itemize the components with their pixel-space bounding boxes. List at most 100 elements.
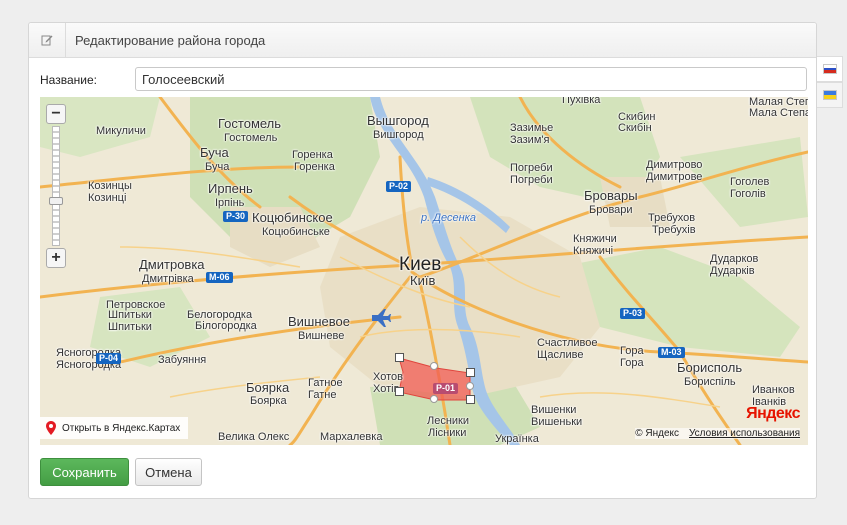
map-label: Зазимье bbox=[510, 122, 554, 134]
map-label: Дударків bbox=[710, 265, 755, 277]
zoom-out-button[interactable]: − bbox=[46, 104, 66, 124]
map-label: Мала Степа bbox=[749, 107, 808, 119]
map-label: Дмитровка bbox=[139, 257, 205, 272]
map-label: Вишенки bbox=[531, 404, 577, 416]
map-label: Щасливе bbox=[537, 349, 584, 361]
map-label: Гостомель bbox=[224, 132, 278, 144]
map-label: Бориспіль bbox=[684, 376, 736, 388]
language-tab-ukrainian[interactable] bbox=[817, 82, 843, 108]
map-label: Київ bbox=[410, 273, 436, 288]
map-label: Лісники bbox=[428, 427, 467, 439]
map-label: Забуяння bbox=[158, 354, 207, 366]
zoom-slider-track[interactable] bbox=[52, 126, 60, 246]
map-label: Горенка bbox=[294, 161, 335, 173]
polygon-vertex-handle[interactable] bbox=[395, 387, 404, 396]
polygon-vertex-handle[interactable] bbox=[466, 368, 475, 377]
map-label: Димитрово bbox=[646, 159, 703, 171]
map-label: Борисполь bbox=[677, 360, 743, 375]
map-container[interactable]: Пухівка Малая Степа Мала Степа Скибин Ск… bbox=[40, 97, 808, 445]
map-label: Бровары bbox=[584, 188, 638, 203]
map-label: Гатное bbox=[308, 377, 343, 389]
map-label: Коцюбинское bbox=[252, 210, 333, 225]
name-input[interactable] bbox=[135, 67, 807, 91]
map-label: Коцюбинське bbox=[262, 226, 330, 238]
map-label: Шпитьки bbox=[108, 321, 152, 333]
map-label: Боярка bbox=[246, 380, 290, 395]
copyright-text: © Яндекс bbox=[635, 428, 679, 439]
map-label: Ирпень bbox=[208, 181, 253, 196]
polygon-midpoint-handle[interactable] bbox=[430, 362, 438, 370]
edit-icon bbox=[29, 23, 66, 57]
map-label: Білогородка bbox=[195, 320, 257, 332]
map-label: Козинцы bbox=[88, 180, 132, 192]
map-label: Княжичі bbox=[573, 245, 614, 257]
map-label: Хотов bbox=[373, 371, 403, 383]
road-badge: P-02 bbox=[386, 181, 412, 192]
map-label: Микуличи bbox=[96, 125, 146, 137]
zoom-in-button[interactable]: + bbox=[46, 248, 66, 268]
panel-header: Редактирование района города bbox=[29, 23, 816, 58]
map-label: Княжичи bbox=[573, 233, 617, 245]
road-badge: M-06 bbox=[206, 272, 233, 283]
map-label: Мархалевка bbox=[320, 431, 383, 443]
polygon-midpoint-handle[interactable] bbox=[430, 395, 438, 403]
road-badge: M-03 bbox=[658, 347, 685, 358]
road-badge: P-01 bbox=[433, 383, 459, 394]
page-title: Редактирование района города bbox=[75, 33, 266, 48]
polygon-vertex-handle[interactable] bbox=[395, 353, 404, 362]
open-in-yandex-maps-text: Открыть в Яндекс.Картах bbox=[62, 422, 181, 434]
map-label: Вышгород bbox=[367, 113, 429, 128]
map-copyright: © Яндекс Условия использования bbox=[635, 428, 800, 439]
map-label: Дударков bbox=[710, 253, 759, 265]
map-label: Скибін bbox=[618, 122, 652, 134]
map-label: Велика Олекс bbox=[218, 431, 290, 443]
map-label: Козинці bbox=[88, 192, 127, 204]
zoom-slider-thumb[interactable] bbox=[49, 197, 63, 205]
language-tab-russian[interactable] bbox=[817, 56, 843, 82]
map-label: Требухів bbox=[652, 224, 696, 236]
map-pin-icon bbox=[46, 421, 56, 435]
polygon-midpoint-handle[interactable] bbox=[466, 382, 474, 390]
language-tabs bbox=[817, 56, 843, 108]
polygon-vertex-handle[interactable] bbox=[466, 395, 475, 404]
map-label: Вишеньки bbox=[531, 416, 583, 428]
map-label: Киев bbox=[399, 254, 442, 275]
cancel-button[interactable]: Отмена bbox=[135, 458, 202, 486]
map-label: Гоголів bbox=[730, 188, 766, 200]
map-label: Бровари bbox=[589, 204, 633, 216]
open-in-yandex-maps-link[interactable]: Открыть в Яндекс.Картах bbox=[40, 417, 189, 439]
map-label: Вишгород bbox=[373, 129, 424, 141]
russian-flag-icon bbox=[822, 64, 837, 74]
map-label: Буча bbox=[200, 145, 229, 160]
map-label: Вишневе bbox=[298, 330, 345, 342]
map-label: Иванков bbox=[752, 384, 795, 396]
map-label: Гора bbox=[620, 345, 644, 357]
zoom-control: − + bbox=[46, 104, 66, 268]
terms-of-use-link[interactable]: Условия использования bbox=[689, 428, 800, 439]
map-label: Буча bbox=[205, 161, 230, 173]
map-label: Требухов bbox=[648, 212, 696, 224]
map-label: Пухівка bbox=[562, 97, 601, 106]
road-badge: P-30 bbox=[223, 211, 249, 222]
map-label: Гора bbox=[620, 357, 644, 369]
map-label: Гоголев bbox=[730, 176, 770, 188]
map-label: Дмитрівка bbox=[142, 273, 194, 285]
map-label: Ірпінь bbox=[215, 197, 245, 209]
road-badge: P-04 bbox=[96, 353, 122, 364]
map-label: Гостомель bbox=[218, 116, 282, 131]
map-label: Шпитьки bbox=[108, 309, 152, 321]
yandex-logo: Яндекс bbox=[746, 405, 800, 422]
map-label: Лесники bbox=[427, 415, 470, 427]
map-label: Вишневое bbox=[288, 314, 350, 329]
ukrainian-flag-icon bbox=[822, 90, 837, 100]
map-label: Боярка bbox=[250, 395, 287, 407]
save-button[interactable]: Сохранить bbox=[40, 458, 129, 486]
map-label: р. Десенка bbox=[421, 212, 476, 224]
map-label: Погреби bbox=[510, 162, 553, 174]
map-label: Горенка bbox=[292, 149, 333, 161]
map-label: Счастливое bbox=[537, 337, 598, 349]
map-label: Українка bbox=[495, 433, 539, 445]
map-label: Погреби bbox=[510, 174, 553, 186]
map-label: Димитрове bbox=[646, 171, 703, 183]
map-label: Гатне bbox=[308, 389, 337, 401]
